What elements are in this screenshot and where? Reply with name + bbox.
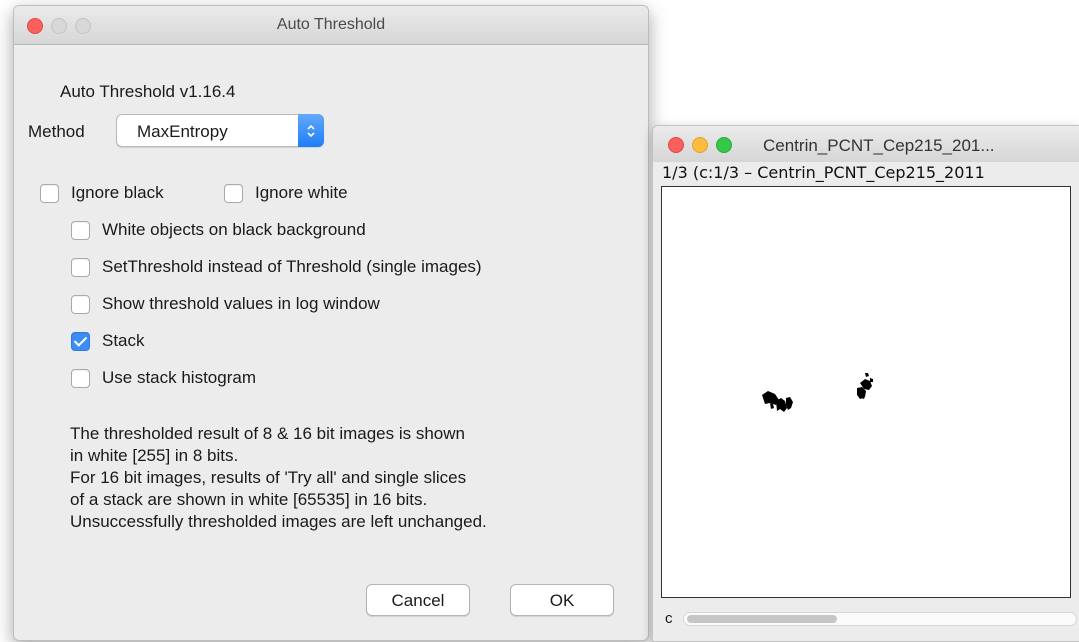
checkbox-label: Show threshold values in log window — [102, 294, 380, 313]
checkbox-box[interactable] — [71, 368, 90, 388]
note-line: For 16 bit images, results of 'Try all' … — [70, 468, 467, 487]
checkbox-label: SetThreshold instead of Threshold (singl… — [102, 257, 482, 276]
note-line: in white [255] in 8 bits. — [70, 446, 239, 465]
method-label: Method — [28, 122, 85, 141]
minimize-window-button[interactable] — [692, 137, 708, 153]
dialog-titlebar[interactable]: Auto Threshold — [14, 6, 648, 45]
method-select-value: MaxEntropy — [137, 122, 228, 141]
checkbox-box-checked[interactable] — [71, 331, 90, 351]
checkbox-label: White objects on black background — [102, 220, 366, 239]
channel-slider-thumb[interactable] — [687, 615, 837, 623]
object-blob — [762, 391, 793, 412]
stack-checkbox[interactable]: Stack — [71, 331, 145, 351]
maximize-window-button[interactable] — [716, 137, 732, 153]
method-select[interactable]: MaxEntropy — [116, 114, 324, 147]
auto-threshold-dialog: Auto Threshold Auto Threshold v1.16.4 Me… — [13, 5, 649, 641]
checkbox-box[interactable] — [40, 183, 59, 203]
image-canvas[interactable] — [661, 186, 1071, 598]
thresholded-image — [762, 373, 873, 412]
checkbox-box[interactable] — [224, 183, 243, 203]
checkbox-label: Ignore black — [71, 183, 164, 202]
ok-button[interactable]: OK — [510, 584, 614, 616]
white-objects-checkbox[interactable]: White objects on black background — [71, 220, 366, 240]
close-window-button[interactable] — [668, 137, 684, 153]
plugin-version-heading: Auto Threshold v1.16.4 — [60, 82, 236, 101]
chevron-up-down-glyph — [307, 124, 315, 137]
object-blob — [857, 373, 873, 399]
cancel-button[interactable]: Cancel — [366, 584, 470, 616]
checkbox-box[interactable] — [71, 257, 90, 277]
checkbox-label: Ignore white — [255, 183, 348, 202]
checkbox-label: Use stack histogram — [102, 368, 256, 387]
channel-slider[interactable] — [683, 612, 1077, 626]
ignore-white-checkbox[interactable]: Ignore white — [224, 183, 348, 203]
note-line: The thresholded result of 8 & 16 bit ima… — [70, 424, 465, 443]
show-threshold-values-checkbox[interactable]: Show threshold values in log window — [71, 294, 380, 314]
chevron-up-down-icon — [298, 114, 324, 147]
image-window-title: Centrin_PCNT_Cep215_201... — [763, 136, 995, 155]
checkbox-box[interactable] — [71, 220, 90, 240]
ignore-black-checkbox[interactable]: Ignore black — [40, 183, 164, 203]
image-window-titlebar[interactable]: Centrin_PCNT_Cep215_201... — [653, 126, 1079, 162]
image-info-bar: 1/3 (c:1/3 – Centrin_PCNT_Cep215_2011 — [662, 163, 985, 182]
setthreshold-checkbox[interactable]: SetThreshold instead of Threshold (singl… — [71, 257, 482, 277]
image-window: Centrin_PCNT_Cep215_201... 1/3 (c:1/3 – … — [652, 125, 1079, 642]
channel-slider-label: c — [665, 610, 673, 627]
dialog-title: Auto Threshold — [276, 16, 386, 33]
note-line: Unsuccessfully thresholded images are le… — [70, 512, 487, 531]
checkbox-label: Stack — [102, 331, 145, 350]
note-line: of a stack are shown in white [65535] in… — [70, 490, 428, 509]
info-note: The thresholded result of 8 & 16 bit ima… — [70, 423, 640, 533]
use-stack-histogram-checkbox[interactable]: Use stack histogram — [71, 368, 256, 388]
checkbox-box[interactable] — [71, 294, 90, 314]
